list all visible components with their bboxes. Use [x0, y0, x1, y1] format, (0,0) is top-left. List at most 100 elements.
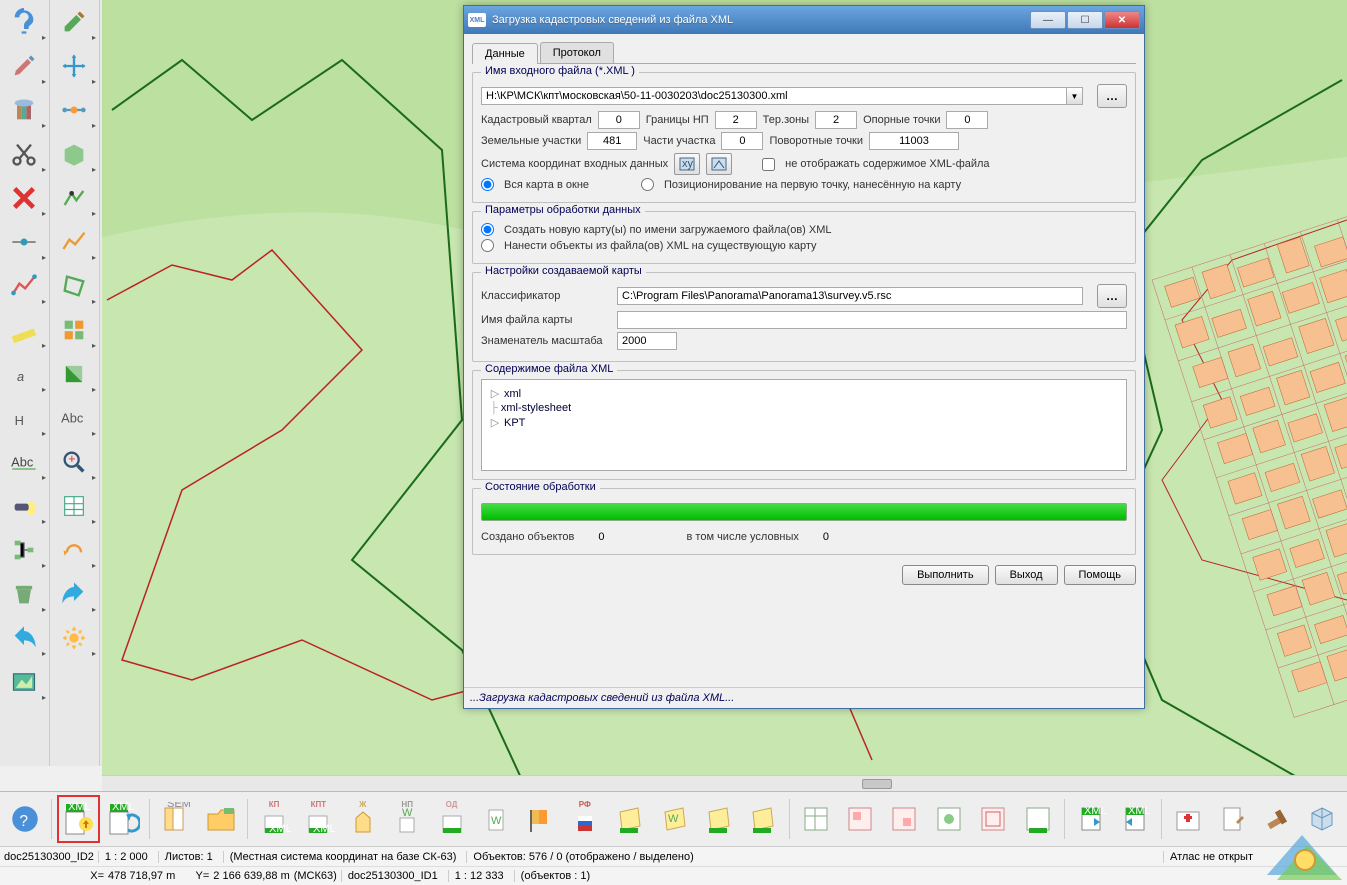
bt-kpt-icon[interactable]: КПТXML [297, 795, 339, 843]
bt-medical-icon[interactable] [1167, 795, 1209, 843]
pos-first-radio[interactable] [641, 178, 654, 191]
bt-folder-icon[interactable] [200, 795, 242, 843]
bt-np-icon[interactable]: НПW [386, 795, 428, 843]
bt-shape2-icon[interactable]: W [652, 795, 694, 843]
tree-tool-icon[interactable]: ▸ [0, 528, 48, 572]
point-tool-icon[interactable]: ▸ [0, 220, 48, 264]
flashlight-tool-icon[interactable]: ▸ [0, 484, 48, 528]
bt-xml-import-icon[interactable]: XML [57, 795, 100, 843]
text-a-tool-icon[interactable]: a▸ [0, 352, 48, 396]
sk-icon1-button[interactable]: xy [674, 153, 700, 175]
bt-rf-icon[interactable]: РФ [564, 795, 606, 843]
kvartal-field[interactable] [598, 111, 640, 129]
bt-plan6-icon[interactable] [1016, 795, 1058, 843]
bt-xml4-icon[interactable]: XML [1114, 795, 1156, 843]
map-file-field[interactable] [617, 311, 1127, 329]
classifier-path-field[interactable] [617, 287, 1083, 305]
tab-data[interactable]: Данные [472, 43, 538, 64]
bt-plan4-icon[interactable] [928, 795, 970, 843]
node-tool-icon[interactable]: ▸ [50, 88, 98, 132]
trash-tool-icon[interactable]: ▸ [0, 572, 48, 616]
dialog-titlebar[interactable]: XML Загрузка кадастровых сведений из фай… [464, 6, 1144, 34]
paint-tool-icon[interactable]: ▸ [0, 88, 48, 132]
whole-map-radio[interactable] [481, 178, 494, 191]
move-tool-icon[interactable]: ▸ [50, 44, 98, 88]
svg-text:?: ? [20, 813, 29, 830]
polyline-tool-icon[interactable]: ▸ [50, 220, 98, 264]
bt-shape1-icon[interactable] [608, 795, 650, 843]
opornye-field[interactable] [946, 111, 988, 129]
browse-classifier-button[interactable]: … [1097, 284, 1127, 308]
hide-xml-checkbox[interactable] [762, 158, 775, 171]
vertex-tool-icon[interactable]: ▸ [50, 176, 98, 220]
bt-flag-icon[interactable] [519, 795, 561, 843]
terzony-field[interactable] [815, 111, 857, 129]
tree-node-kpt[interactable]: KPT [504, 417, 525, 429]
dialog-status: ...Загрузка кадастровых сведений из файл… [464, 687, 1144, 708]
zem-field[interactable] [587, 132, 637, 150]
redo-tool-icon[interactable]: ▸ [50, 572, 98, 616]
bt-plan1-icon[interactable] [794, 795, 836, 843]
scale-field[interactable] [617, 332, 677, 350]
bt-doc-w-icon[interactable]: W [475, 795, 517, 843]
sk-label: Система координат входных данных [481, 158, 668, 170]
minimize-button[interactable]: — [1030, 11, 1066, 29]
svg-text:XML: XML [1128, 805, 1151, 817]
bt-plan5-icon[interactable] [972, 795, 1014, 843]
bottom-toolbar: ? XML XML SEM КПXML КПТXML Ж НПW ОД W РФ… [0, 791, 1347, 846]
maximize-button[interactable]: ☐ [1067, 11, 1103, 29]
help-button[interactable]: Помощь [1064, 565, 1137, 585]
abc-tool-icon[interactable]: Abc▸ [0, 440, 48, 484]
tree-node-xml[interactable]: xml [504, 388, 521, 400]
shape-tool-icon[interactable]: ▸ [50, 352, 98, 396]
horizontal-scrollbar[interactable] [102, 775, 1347, 791]
bt-shape3-icon[interactable] [697, 795, 739, 843]
bt-plan3-icon[interactable] [883, 795, 925, 843]
edit-tool-icon[interactable]: ▸ [50, 0, 98, 44]
bt-plan2-icon[interactable] [839, 795, 881, 843]
grid-tool-icon[interactable]: ▸ [50, 308, 98, 352]
line-tool-icon[interactable]: ▸ [0, 264, 48, 308]
bt-zh-icon[interactable]: Ж [342, 795, 384, 843]
run-button[interactable]: Выполнить [902, 565, 988, 585]
gear-tool-icon[interactable]: ▸ [50, 616, 98, 660]
bt-docpen-icon[interactable] [1212, 795, 1254, 843]
bt-sem-icon[interactable]: SEM [155, 795, 197, 843]
tab-protocol[interactable]: Протокол [540, 42, 614, 63]
bt-xml3-icon[interactable]: XML [1070, 795, 1112, 843]
undo-tool-icon[interactable]: ▸ [0, 616, 48, 660]
delete-tool-icon[interactable]: ▸ [0, 176, 48, 220]
xml-tree[interactable]: ▷xml ├ xml-stylesheet ▷KPT [481, 379, 1127, 471]
abc2-tool-icon[interactable]: Abc▸ [50, 396, 98, 440]
area-tool-icon[interactable]: ▸ [50, 132, 98, 176]
tree-node-stylesheet[interactable]: xml-stylesheet [501, 402, 571, 414]
close-button[interactable]: ✕ [1104, 11, 1140, 29]
povor-field[interactable] [869, 132, 959, 150]
table-tool-icon[interactable]: ▸ [50, 484, 98, 528]
rotate-tool-icon[interactable]: ▸ [50, 528, 98, 572]
help-tool-icon[interactable]: ▸ [0, 0, 48, 44]
text-h-tool-icon[interactable]: H▸ [0, 396, 48, 440]
bt-kp-icon[interactable]: КПXML [253, 795, 295, 843]
polygon-tool-icon[interactable]: ▸ [50, 264, 98, 308]
exit-button[interactable]: Выход [995, 565, 1058, 585]
chasti-field[interactable] [721, 132, 763, 150]
brush-tool-icon[interactable]: ▸ [0, 44, 48, 88]
bt-help-icon[interactable]: ? [4, 795, 46, 843]
bt-shape4-icon[interactable] [741, 795, 783, 843]
gnp-field[interactable] [715, 111, 757, 129]
bt-xml-export-icon[interactable]: XML [102, 795, 144, 843]
bt-od-icon[interactable]: ОД [430, 795, 472, 843]
cut-tool-icon[interactable]: ▸ [0, 132, 48, 176]
ruler-tool-icon[interactable]: ▸ [0, 308, 48, 352]
zoom-tool-icon[interactable]: +▸ [50, 440, 98, 484]
input-file-dropdown-icon[interactable]: ▼ [1067, 87, 1083, 105]
browse-input-button[interactable]: … [1097, 84, 1127, 108]
create-new-radio[interactable] [481, 223, 494, 236]
sk-icon2-button[interactable] [706, 153, 732, 175]
image-tool-icon[interactable]: ▸ [0, 660, 48, 704]
input-file-path[interactable] [481, 87, 1067, 105]
apply-existing-radio[interactable] [481, 239, 494, 252]
pos-first-label: Позиционирование на первую точку, нанесё… [664, 179, 961, 191]
status-objects: Объектов: 576 / 0 (отображено / выделено… [466, 851, 699, 863]
